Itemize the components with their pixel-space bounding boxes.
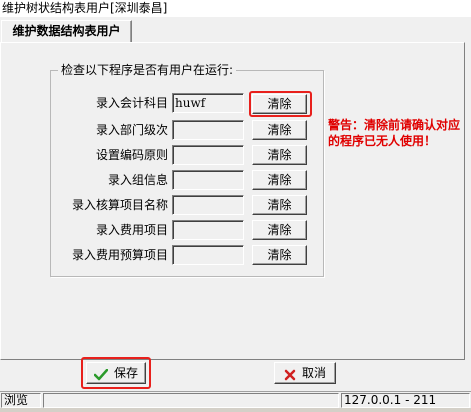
cancel-label: 取消 — [301, 366, 326, 380]
clear-button-group-info[interactable]: 清除 — [252, 170, 307, 190]
clear-button-dept-level[interactable]: 清除 — [252, 120, 307, 140]
row-field-code-rule — [172, 145, 244, 165]
group-title: 检查以下程序是否有用户在运行: — [58, 62, 237, 78]
status-mode: 浏览 — [1, 393, 41, 408]
highlight-save — [81, 357, 151, 389]
row-field-expense-budget — [172, 245, 244, 265]
status-bar: 浏览 127.0.0.1 - 211 — [0, 391, 471, 408]
status-middle — [43, 393, 339, 408]
row-label-code-rule: 设置编码原则 — [95, 148, 168, 162]
bottom-strip — [0, 408, 471, 412]
clear-button-code-rule[interactable]: 清除 — [252, 145, 307, 165]
row-field-account: huwf — [172, 93, 244, 113]
status-server: 127.0.0.1 - 211 — [341, 393, 470, 408]
tab-maintain-users[interactable]: 维护数据结构表用户 — [1, 20, 132, 42]
close-icon — [284, 367, 296, 381]
row-label-expense-budget: 录入费用预算项目 — [71, 248, 168, 262]
row-field-dept-level — [172, 120, 244, 140]
window-title: 维护树状结构表用户[深圳泰昌] — [0, 0, 471, 17]
clear-button-accounting-item[interactable]: 清除 — [252, 195, 307, 215]
row-label-accounting-item: 录入核算项目名称 — [71, 198, 168, 212]
clear-button-expense-item[interactable]: 清除 — [252, 220, 307, 240]
row-label-dept-level: 录入部门级次 — [95, 123, 168, 137]
cancel-button[interactable]: 取消 — [274, 362, 336, 384]
row-label-account: 录入会计科目 — [95, 96, 168, 110]
row-label-expense-item: 录入费用项目 — [95, 223, 168, 237]
highlight-clear-account — [249, 91, 312, 117]
row-label-group-info: 录入组信息 — [107, 173, 168, 187]
row-field-expense-item — [172, 220, 244, 240]
row-field-accounting-item — [172, 195, 244, 215]
tab-strip: 维护数据结构表用户 — [0, 17, 471, 43]
clear-button-expense-budget[interactable]: 清除 — [252, 245, 307, 265]
warning-text: 警告：清除前请确认对应的程序已无人使用！ — [328, 118, 461, 148]
row-field-group-info — [172, 170, 244, 190]
